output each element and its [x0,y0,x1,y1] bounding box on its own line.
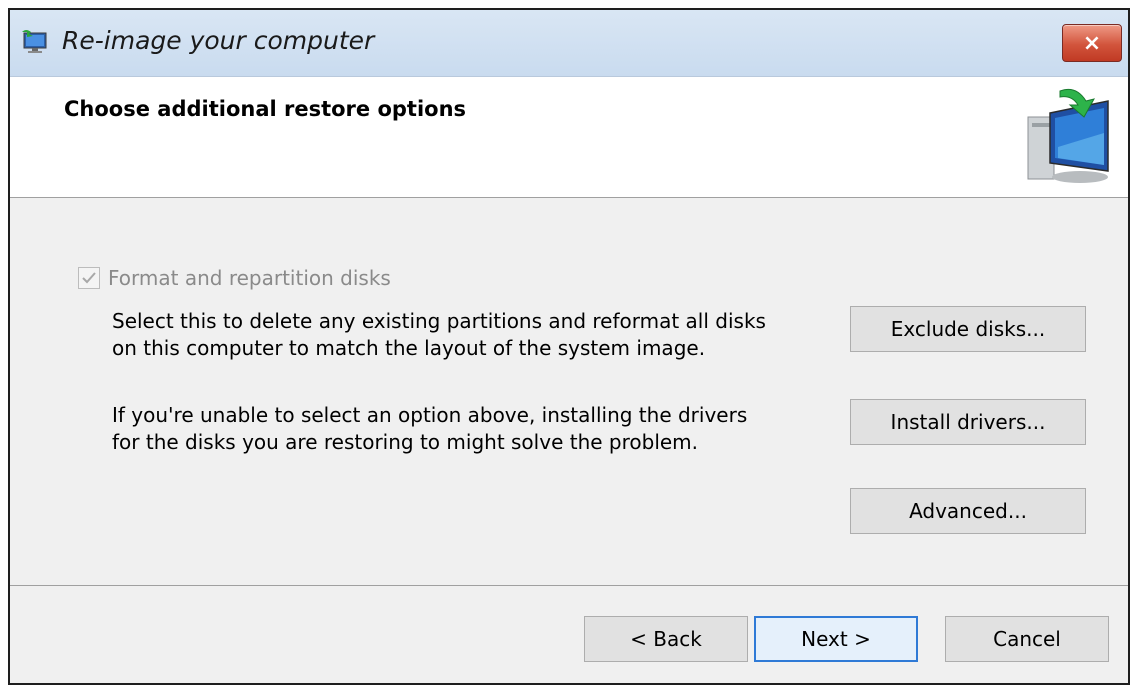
window-title: Re-image your computer [62,26,375,55]
close-button[interactable]: × [1062,24,1122,62]
advanced-button[interactable]: Advanced... [850,488,1086,534]
install-drivers-button[interactable]: Install drivers... [850,399,1086,445]
drivers-description-line2: for the disks you are restoring to might… [112,430,699,454]
format-checkbox-label: Format and repartition disks [108,266,391,290]
checkmark-icon [82,272,96,284]
wizard-footer: < Back Next > Cancel [10,586,1128,683]
format-description: Select this to delete any existing parti… [112,308,832,362]
reimage-dialog: Re-image your computer × Choose addition… [8,8,1130,685]
computer-restore-icon [1020,87,1116,187]
close-icon: × [1082,30,1102,56]
next-button[interactable]: Next > [754,616,918,662]
drivers-description: If you're unable to select an option abo… [112,402,832,456]
wizard-header: Choose additional restore options [10,77,1128,198]
monitor-restore-icon [20,28,50,56]
cancel-button[interactable]: Cancel [945,616,1109,662]
format-description-line2: on this computer to match the layout of … [112,336,706,360]
exclude-disks-button[interactable]: Exclude disks... [850,306,1086,352]
page-title: Choose additional restore options [64,97,467,121]
drivers-description-line1: If you're unable to select an option abo… [112,403,748,427]
format-description-line1: Select this to delete any existing parti… [112,309,766,333]
back-button[interactable]: < Back [584,616,748,662]
title-bar[interactable]: Re-image your computer × [10,10,1128,77]
options-panel: Format and repartition disks Select this… [10,198,1128,586]
format-checkbox-row: Format and repartition disks [78,266,391,290]
format-checkbox[interactable] [78,267,100,289]
